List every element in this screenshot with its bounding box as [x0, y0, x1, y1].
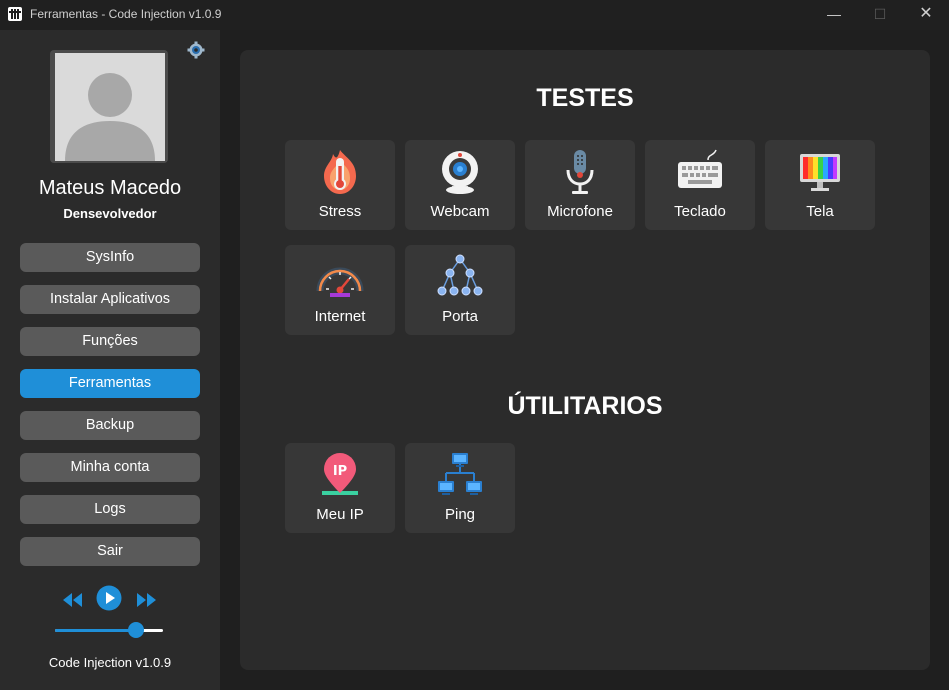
tests-section-title: TESTES: [536, 84, 634, 112]
utilities-section-title: ÚTILITARIOS: [507, 392, 663, 420]
tile-teclado[interactable]: Teclado: [645, 140, 755, 230]
next-track-icon[interactable]: [135, 587, 157, 613]
tile-label: Porta: [442, 308, 478, 325]
app-version: Code Injection v1.0.9: [48, 655, 172, 670]
tile-tela[interactable]: Tela: [765, 140, 875, 230]
nav-button-sysinfo[interactable]: SysInfo: [20, 243, 200, 272]
nav-button-sair[interactable]: Sair: [20, 537, 200, 566]
user-placeholder-icon: [65, 73, 155, 161]
user-role: Densevolvedor: [63, 206, 157, 221]
nav-button-funcoes[interactable]: Funções: [20, 327, 200, 356]
sidebar: Mateus Macedo Densevolvedor SysInfo Insta…: [0, 30, 220, 690]
title-bar: Ferramentas - Code Injection v1.0.9 — ☐ …: [0, 0, 949, 30]
gear-icon[interactable]: [186, 40, 206, 60]
webcam-icon: [442, 151, 478, 194]
window-title: Ferramentas - Code Injection v1.0.9: [30, 7, 222, 21]
tile-label: Microfone: [547, 203, 613, 220]
ip-pin-icon: IP: [322, 453, 358, 495]
tile-microfone[interactable]: Microfone: [525, 140, 635, 230]
monitor-icon: [800, 154, 840, 191]
play-icon[interactable]: [96, 585, 122, 611]
app-icon: [8, 7, 22, 21]
tile-label: Webcam: [430, 203, 490, 220]
maximize-button[interactable]: ☐: [857, 0, 903, 30]
thermometer-fire-icon: [324, 150, 356, 194]
tile-stress[interactable]: Stress: [285, 140, 395, 230]
tile-label: Internet: [314, 308, 366, 325]
microphone-icon: [566, 150, 594, 194]
minimize-button[interactable]: —: [811, 0, 857, 30]
network-tree-icon: [437, 254, 483, 296]
volume-slider-fill: [55, 629, 136, 632]
user-name: Mateus Macedo: [38, 177, 182, 199]
tile-porta[interactable]: Porta: [405, 245, 515, 335]
tile-label: Meu IP: [316, 506, 364, 523]
close-button[interactable]: ✕: [903, 0, 949, 30]
tile-label: Ping: [444, 506, 476, 523]
previous-track-icon[interactable]: [62, 587, 84, 613]
tile-label: Teclado: [674, 203, 726, 220]
tile-meu-ip[interactable]: IP Meu IP: [285, 443, 395, 533]
volume-slider-handle[interactable]: [128, 622, 144, 638]
nav-button-minha-conta[interactable]: Minha conta: [20, 453, 200, 482]
tile-ping[interactable]: Ping: [405, 443, 515, 533]
tile-label: Stress: [318, 203, 362, 220]
nav-button-backup[interactable]: Backup: [20, 411, 200, 440]
nav-button-logs[interactable]: Logs: [20, 495, 200, 524]
main-panel: TESTES Stress Webcam Microfone Teclado Tela I…: [240, 50, 930, 670]
svg-text:IP: IP: [333, 464, 347, 479]
network-computers-icon: [438, 453, 482, 495]
nav-button-instalar-aplicativos[interactable]: Instalar Aplicativos: [20, 285, 200, 314]
tile-internet[interactable]: Internet: [285, 245, 395, 335]
volume-slider[interactable]: [55, 622, 163, 638]
tile-label: Tela: [806, 203, 834, 220]
nav-button-ferramentas[interactable]: Ferramentas: [20, 369, 200, 398]
keyboard-icon: [678, 149, 722, 188]
tile-webcam[interactable]: Webcam: [405, 140, 515, 230]
avatar: [50, 50, 168, 163]
speedometer-icon: [316, 267, 364, 297]
